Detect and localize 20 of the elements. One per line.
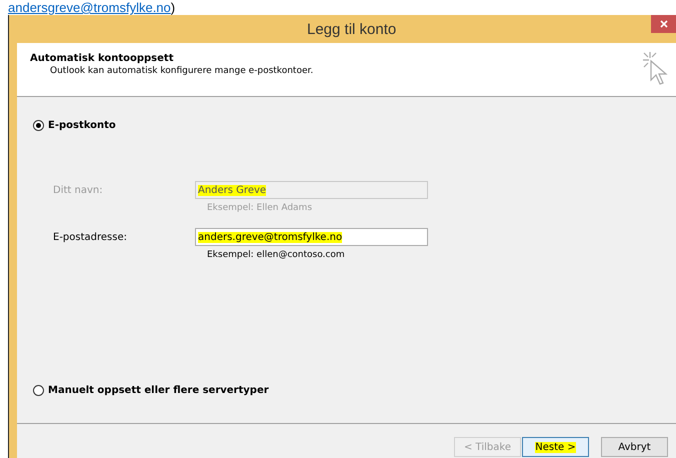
field-label: E-postadresse: xyxy=(53,232,128,242)
closing-parenthesis: ) xyxy=(170,0,176,15)
field-value: anders.greve@tromsfylke.no xyxy=(198,232,342,242)
close-button[interactable] xyxy=(651,15,676,33)
input-field[interactable]: anders.greve@tromsfylke.no xyxy=(195,228,428,246)
field-label: Ditt navn: xyxy=(53,184,104,196)
option-label: Manuelt oppsett eller flere servertyper xyxy=(48,385,269,396)
example-hint: Eksempel: ellen@contoso.com xyxy=(207,250,346,260)
dialog-button[interactable]: Neste > xyxy=(522,437,589,457)
header-title: Automatisk kontooppsett xyxy=(30,53,174,64)
radio-button[interactable] xyxy=(33,385,44,396)
email-link[interactable]: andersgreve@tromsfylke.no xyxy=(8,0,171,15)
example-hint: Eksempel: Ellen Adams xyxy=(207,203,314,213)
dialog-button[interactable]: Avbryt xyxy=(601,437,668,457)
window-title: Legg til konto xyxy=(307,20,396,38)
option-label: E-postkonto xyxy=(48,120,116,131)
close-icon xyxy=(660,20,668,28)
radio-button[interactable] xyxy=(33,120,44,131)
header-subtitle: Outlook kan automatisk konfigurere mange e-postkontoer. xyxy=(50,66,314,76)
field-value: Anders Greve xyxy=(198,184,266,196)
